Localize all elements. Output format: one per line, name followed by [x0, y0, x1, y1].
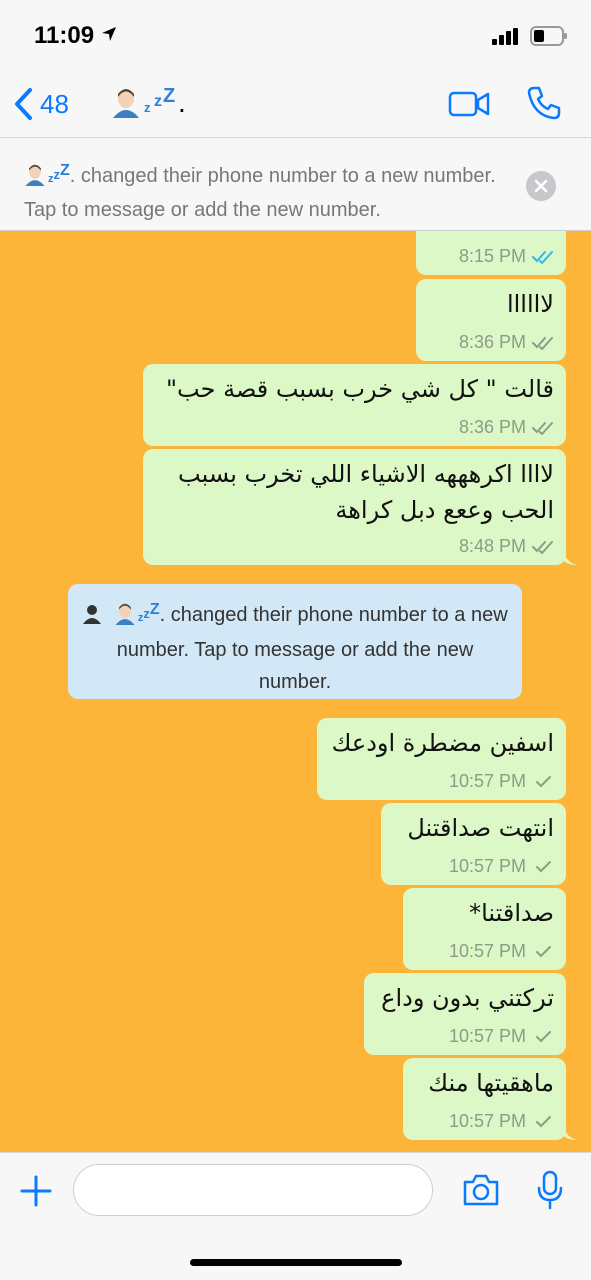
- message-bubble[interactable]: اسفين مضطرة اودعك 10:57 PM: [317, 718, 566, 800]
- message-meta: 10:57 PM: [449, 1111, 554, 1132]
- message-bubble[interactable]: قالت " كل شي خرب بسبب قصة حب" 8:36 PM: [143, 364, 566, 446]
- message-bubble[interactable]: انتهت صداقتنل 10:57 PM: [381, 803, 566, 885]
- message-meta: 8:48 PM: [459, 536, 554, 557]
- back-button[interactable]: 48: [12, 86, 69, 122]
- system-message[interactable]: zzZ. changed their phone number to a new…: [68, 584, 522, 699]
- message-time: 10:57 PM: [448, 1111, 526, 1131]
- bubble-tail: [564, 1126, 578, 1140]
- message-time: 8:15 PM: [458, 246, 526, 266]
- phone-call-icon[interactable]: [526, 85, 562, 121]
- zzz-emoji-icon: zzZ: [138, 601, 160, 625]
- message-bubble[interactable]: لاااااا 8:36 PM: [416, 279, 566, 361]
- double-check-read-icon: [532, 250, 553, 264]
- message-meta: 10:57 PM: [449, 771, 554, 792]
- message-time: 10:57 PM: [448, 856, 526, 876]
- message-text: صداقتنا*: [469, 899, 554, 927]
- back-chevron-icon: [15, 88, 32, 120]
- home-indicator[interactable]: [190, 1259, 402, 1266]
- message-meta: 10:57 PM: [449, 1026, 554, 1047]
- message-text: انتهت صداقتنل: [407, 814, 554, 842]
- chat-header: 48 z z Z .: [0, 72, 591, 138]
- banner-text: zzZ. changed their phone number to a new…: [24, 155, 504, 226]
- message-bubble[interactable]: لاااا اكرهههه الاشياء اللي تخرب بسبب الح…: [143, 449, 566, 565]
- person-emoji-icon: [115, 603, 135, 625]
- video-call-icon[interactable]: [448, 90, 490, 118]
- zzz-emoji-icon: z z Z: [144, 85, 176, 118]
- message-meta: 8:15 PM: [459, 246, 554, 267]
- message-bubble[interactable]: ماهقيتها منك 10:57 PM: [403, 1058, 566, 1140]
- message-bubble[interactable]: صداقتنا* 10:57 PM: [403, 888, 566, 970]
- contact-name-dot: .: [178, 87, 186, 118]
- message-meta: 8:36 PM: [459, 417, 554, 438]
- message-text: اسفين مضطرة اودعك: [331, 729, 554, 757]
- message-text: قالت " كل شي خرب بسبب قصة حب": [166, 375, 554, 403]
- single-check-icon: [536, 1115, 551, 1127]
- message-time: 10:57 PM: [448, 941, 526, 961]
- message-text-line: الحب وععع دبل كراهة: [335, 496, 554, 524]
- person-emoji-icon: [113, 89, 139, 118]
- plus-icon[interactable]: [20, 1175, 52, 1207]
- number-change-banner[interactable]: zzZ. changed their phone number to a new…: [0, 139, 591, 231]
- signal-icon: [492, 28, 518, 45]
- camera-icon[interactable]: [462, 1173, 500, 1207]
- double-check-icon: [532, 421, 553, 435]
- status-bar: 11:09: [0, 0, 591, 72]
- message-bubble[interactable]: تركتني بدون وداع 10:57 PM: [364, 973, 566, 1055]
- single-check-icon: [536, 945, 551, 957]
- message-meta: 10:57 PM: [449, 941, 554, 962]
- banner-message: . changed their phone number to a new nu…: [24, 165, 496, 221]
- system-message-text: . changed their phone number to a new nu…: [116, 604, 508, 693]
- double-check-icon: [532, 540, 553, 554]
- zzz-large: Z: [60, 162, 70, 179]
- location-arrow-icon: [102, 27, 116, 41]
- message-text-line: لاااا اكرهههه الاشياء اللي تخرب بسبب: [178, 460, 554, 488]
- close-icon[interactable]: [526, 171, 556, 201]
- message-time: 10:57 PM: [448, 1026, 526, 1046]
- person-emoji-icon: [25, 164, 45, 186]
- zzz-large: Z: [149, 601, 160, 618]
- message-text: لاااااا: [506, 290, 554, 318]
- message-text: تركتني بدون وداع: [381, 984, 554, 1012]
- microphone-icon[interactable]: [536, 1170, 564, 1210]
- message-time: 8:36 PM: [458, 332, 526, 352]
- message-bubble[interactable]: 8:15 PM: [416, 231, 566, 275]
- zzz-medium: z: [154, 93, 162, 110]
- single-check-icon: [536, 1030, 551, 1042]
- message-time: 8:36 PM: [458, 417, 526, 437]
- message-time: 8:48 PM: [458, 536, 526, 556]
- contact-silhouette-icon: [83, 605, 102, 624]
- message-meta: 8:36 PM: [459, 332, 554, 353]
- chat-area[interactable]: 8:15 PM لاااااا 8:36 PM قالت " كل شي خرب…: [0, 231, 591, 1152]
- battery-icon: [530, 26, 567, 46]
- message-text: ماهقيتها منك: [428, 1069, 554, 1097]
- message-meta: 10:57 PM: [449, 856, 554, 877]
- single-check-icon: [536, 775, 551, 787]
- bubble-tail: [564, 551, 578, 565]
- contact-name[interactable]: z z Z .: [112, 85, 186, 118]
- status-time: 11:09: [34, 22, 95, 49]
- zzz-emoji-icon: zzZ: [48, 162, 70, 186]
- zzz-large: Z: [163, 85, 176, 107]
- message-input[interactable]: [73, 1164, 433, 1216]
- zzz-small: z: [144, 100, 151, 115]
- single-check-icon: [536, 860, 551, 872]
- unread-count: 48: [40, 88, 69, 119]
- message-time: 10:57 PM: [448, 771, 526, 791]
- double-check-icon: [532, 336, 553, 350]
